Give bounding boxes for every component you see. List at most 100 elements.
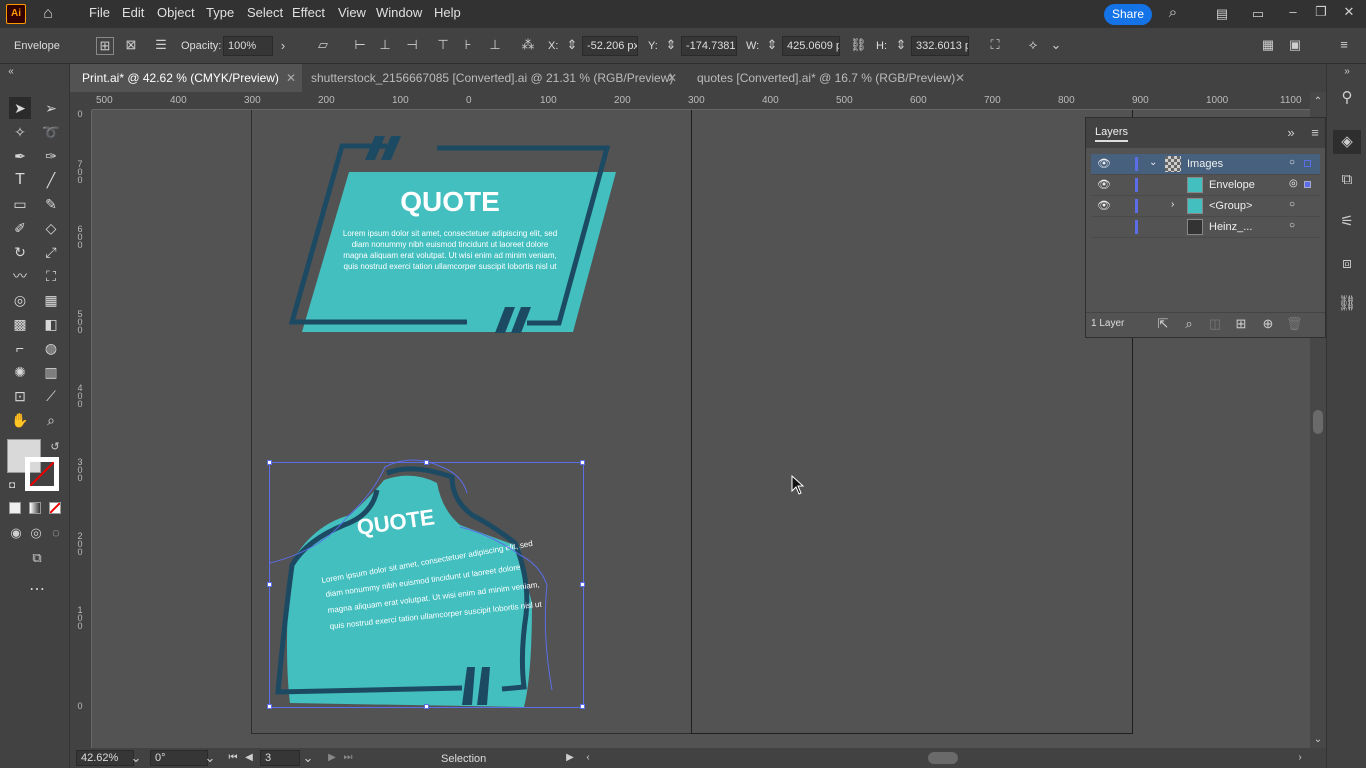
isolate-icon[interactable]: ▣	[1287, 37, 1303, 53]
locate-object-icon[interactable]: ⌕	[1182, 316, 1196, 332]
layer-row-images[interactable]: 👁 ⌄ Images ○	[1091, 154, 1320, 175]
panel-menu-icon[interactable]: ≡	[1308, 125, 1322, 141]
chevron-right-icon[interactable]: ›	[1171, 199, 1174, 210]
y-field[interactable]: -174.7381 p	[681, 36, 737, 56]
gradient-mode-icon[interactable]	[29, 502, 41, 514]
close-icon[interactable]: ✕	[1340, 4, 1358, 20]
chevron-down-icon[interactable]: ⌄	[130, 750, 142, 766]
column-graph-tool-icon[interactable]: ▥	[40, 361, 62, 383]
perspective-grid-tool-icon[interactable]: ▦	[40, 289, 62, 311]
draw-inside-icon[interactable]: ◌	[48, 525, 64, 541]
resize-handle[interactable]	[267, 460, 272, 465]
none-mode-icon[interactable]	[49, 502, 61, 514]
eye-icon[interactable]: 👁	[1097, 199, 1111, 212]
resize-handle[interactable]	[580, 582, 585, 587]
artboard-number-field[interactable]: 3	[260, 750, 300, 766]
tab-shutterstock[interactable]: shutterstock_2156667085 [Converted].ai @…	[299, 64, 685, 92]
scroll-left-icon[interactable]: ‹	[582, 750, 594, 766]
curvature-tool-icon[interactable]: ✑	[40, 145, 62, 167]
layer-row-heinz[interactable]: Heinz_... ○	[1091, 217, 1320, 238]
h-stepper-icon[interactable]: ⇕	[895, 37, 907, 53]
screen-mode-icon[interactable]: ⧉	[26, 550, 48, 566]
align-bottom-icon[interactable]: ⊥	[487, 37, 503, 53]
minimize-icon[interactable]: –	[1284, 4, 1302, 20]
menu-view[interactable]: View	[338, 5, 366, 20]
rotate-tool-icon[interactable]: ↻	[9, 241, 31, 263]
quote-artwork[interactable]: QUOTE Lorem ipsum dolor sit amet, consec…	[287, 135, 622, 335]
previous-artboard-icon[interactable]: ◀	[243, 750, 255, 766]
arrange-icon[interactable]: ▦	[1260, 37, 1276, 53]
shape-builder-tool-icon[interactable]: ◎	[9, 289, 31, 311]
puppet-warp-icon[interactable]: ⟡	[1024, 37, 1042, 53]
scale-tool-icon[interactable]: ⤢	[40, 241, 62, 263]
layer-name[interactable]: Images	[1187, 158, 1223, 170]
collapse-toolbar-icon[interactable]: «	[4, 64, 18, 80]
symbol-sprayer-tool-icon[interactable]: ✺	[9, 361, 31, 383]
align-top-icon[interactable]: ⊤	[435, 37, 451, 53]
home-icon[interactable]: ⌂	[38, 6, 58, 22]
clipping-mask-icon[interactable]: ◫	[1208, 316, 1222, 332]
target-icon[interactable]: ○	[1289, 157, 1295, 168]
chevron-down-icon[interactable]: ⌄	[204, 750, 216, 766]
status-menu-icon[interactable]: ▶	[564, 750, 576, 766]
eraser-tool-icon[interactable]: ◇	[40, 217, 62, 239]
artboard-tool-icon[interactable]: ⊡	[9, 385, 31, 407]
x-stepper-icon[interactable]: ⇕	[566, 37, 578, 53]
menu-select[interactable]: Select	[247, 5, 283, 20]
next-artboard-icon[interactable]: ▶	[326, 750, 338, 766]
close-tab-icon[interactable]: ✕	[286, 71, 296, 85]
horizontal-scroll-thumb[interactable]	[928, 752, 958, 764]
tab-print[interactable]: Print.ai* @ 42.62 % (CMYK/Preview) ✕	[70, 64, 302, 92]
last-artboard-icon[interactable]: ⏭	[342, 750, 354, 766]
magic-wand-tool-icon[interactable]: ✧	[9, 121, 31, 143]
menu-object[interactable]: Object	[157, 5, 195, 20]
blend-tool-icon[interactable]: ◍	[40, 337, 62, 359]
selection-indicator[interactable]	[1304, 181, 1311, 188]
y-stepper-icon[interactable]: ⇕	[665, 37, 677, 53]
scroll-up-icon[interactable]: ⌃	[1312, 94, 1324, 110]
align-middle-icon[interactable]: ⊦	[460, 37, 476, 53]
free-transform-tool-icon[interactable]: ⛶	[40, 265, 62, 287]
selection-indicator[interactable]	[1304, 160, 1311, 167]
rectangle-tool-icon[interactable]: ▭	[9, 193, 31, 215]
libraries-icon[interactable]: ⧉	[1337, 172, 1357, 188]
align-right-icon[interactable]: ⊣	[404, 37, 420, 53]
share-button[interactable]: Share	[1104, 4, 1152, 25]
paintbrush-tool-icon[interactable]: ✎	[40, 193, 62, 215]
adjustments-icon[interactable]: ⚟	[1337, 214, 1357, 230]
selection-bounding-box[interactable]	[267, 460, 585, 709]
resize-handle[interactable]	[424, 460, 429, 465]
pen-tool-icon[interactable]: ✒	[9, 145, 31, 167]
resize-handle[interactable]	[580, 704, 585, 709]
line-tool-icon[interactable]: ╱	[40, 169, 62, 191]
mesh-tool-icon[interactable]: ▩	[9, 313, 31, 335]
ruler-origin[interactable]	[70, 92, 92, 110]
scroll-thumb[interactable]	[1313, 410, 1323, 434]
menu-file[interactable]: File	[89, 5, 110, 20]
restore-icon[interactable]: ❐	[1312, 4, 1330, 20]
more-tools-icon[interactable]: ⋯	[26, 582, 48, 598]
layers-tab[interactable]: Layers	[1095, 126, 1129, 142]
h-field[interactable]: 332.6013 px	[911, 36, 969, 56]
menu-edit[interactable]: Edit	[122, 5, 144, 20]
constrain-proportions-icon[interactable]: ⛓	[850, 37, 867, 53]
default-colors-icon[interactable]: ◘	[5, 478, 19, 494]
target-icon[interactable]: ○	[1289, 220, 1295, 231]
edit-contents-icon[interactable]: ⊠	[122, 37, 140, 53]
chevron-down-icon[interactable]: ⌄	[1050, 37, 1062, 53]
warp-tool-icon[interactable]: 〰	[9, 265, 31, 287]
target-selected-icon[interactable]: ◎	[1289, 178, 1298, 189]
w-stepper-icon[interactable]: ⇕	[766, 37, 778, 53]
artboards-icon[interactable]: ⧈	[1337, 256, 1357, 272]
arrange-documents-icon[interactable]: ▤	[1212, 6, 1232, 22]
hand-tool-icon[interactable]: ✋	[9, 409, 31, 431]
menu-window[interactable]: Window	[376, 5, 422, 20]
type-tool-icon[interactable]: T	[9, 169, 31, 191]
swap-colors-icon[interactable]: ↺	[48, 439, 62, 455]
gradient-tool-icon[interactable]: ◧	[40, 313, 62, 335]
scroll-right-icon[interactable]: ›	[1294, 750, 1306, 766]
delete-layer-icon[interactable]: 🗑	[1286, 316, 1303, 332]
scroll-down-icon[interactable]: ⌄	[1312, 732, 1324, 748]
x-field[interactable]: -52.206 px	[582, 36, 638, 56]
target-icon[interactable]: ○	[1289, 199, 1295, 210]
